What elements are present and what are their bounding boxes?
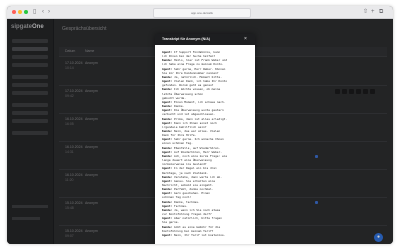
address-text: app.one.de/calls (191, 11, 213, 15)
transcript-line: Agent: Nein, Ihr Tarif ist kostenlos. (162, 233, 249, 237)
share-icon[interactable]: ⇧ (363, 8, 368, 16)
modal-title: Transkript für Anonym (N/A) (162, 37, 210, 41)
close-icon[interactable]: × (244, 34, 247, 45)
minimize-window-button[interactable] (18, 10, 22, 14)
address-bar[interactable]: app.one.de/calls (153, 8, 251, 18)
modal-header: Transkript für Anonym (N/A) × (155, 34, 255, 45)
maximize-window-button[interactable] (24, 10, 28, 14)
transcript-speaker: Agent: (162, 232, 173, 237)
sidebar-toggle-icon[interactable]: ▯ (33, 8, 36, 16)
transcript-modal: Transkript für Anonym (N/A) × Agent: If … (155, 34, 255, 244)
tab-overview-icon[interactable]: ⧉ (379, 8, 383, 16)
transcript-body[interactable]: Agent: If Support Fondsbüros, kann ich Ih… (162, 50, 249, 244)
forward-icon[interactable]: › (48, 8, 50, 16)
new-tab-icon[interactable]: + (371, 8, 375, 16)
back-icon[interactable]: ‹ (42, 8, 44, 16)
browser-titlebar: ▯ ‹ › app.one.de/calls ⇧ + ⧉ (7, 6, 393, 19)
transcript-text: Aber natürlich, bitte fragen (174, 216, 222, 221)
close-window-button[interactable] (12, 10, 16, 14)
app: sipgateOne Gesprächsübersicht Datum Name… (7, 19, 393, 244)
transcript-text: Nein, Ihr Tarif ist kostenlos. (174, 232, 226, 237)
browser-window: ▯ ‹ › app.one.de/calls ⇧ + ⧉ sipgateOne … (7, 6, 393, 244)
